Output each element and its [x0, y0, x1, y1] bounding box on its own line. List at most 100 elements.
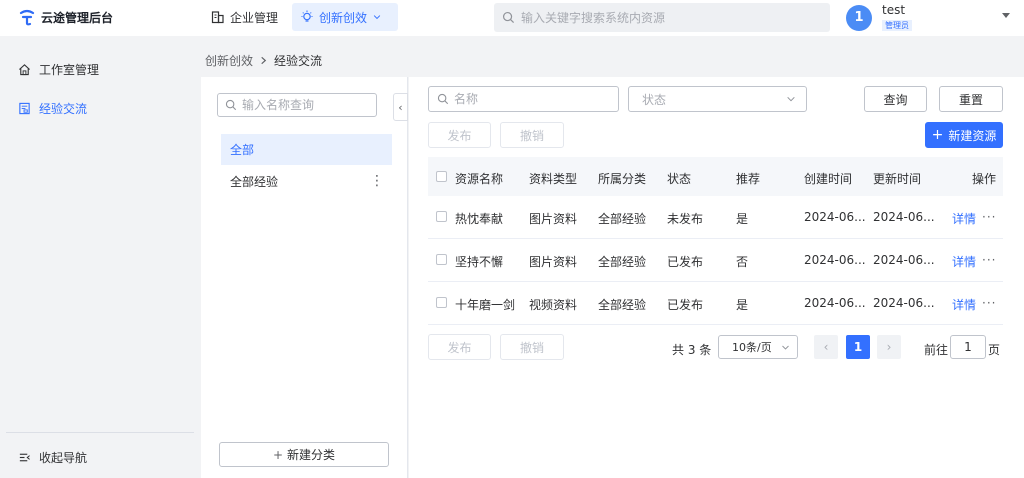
prev-page-button[interactable]: ‹ [814, 335, 838, 359]
chevron-down-icon [787, 96, 795, 102]
category-item-label: 全部 [230, 143, 255, 157]
table-row: 热忱奉献 图片资料 全部经验 未发布 是 2024-06... 2024-06.… [428, 196, 1003, 239]
cell-name: 十年磨一剑 [455, 298, 516, 312]
column-header-created: 创建时间 [804, 172, 853, 186]
column-header-updated: 更新时间 [873, 172, 922, 186]
global-search-input[interactable] [521, 10, 821, 25]
cell-updated: 2024-06... [873, 210, 935, 224]
sidebar-item-studio[interactable]: 工作室管理 [18, 61, 99, 78]
cell-recommend: 是 [736, 212, 749, 226]
column-header-actions: 操作 [972, 172, 997, 186]
search-icon [437, 93, 449, 105]
main-panel: 状态 查询 重置 发布 撤销 + 新建资源 资源名称 资料类型 所属分类 状态 … [409, 77, 1024, 478]
publish-button-label: 发布 [447, 128, 472, 143]
collapse-panel-button[interactable]: ‹ [393, 93, 408, 121]
status-select-placeholder: 状态 [642, 92, 667, 107]
page-number-button[interactable]: 1 [846, 335, 870, 359]
cell-name: 热忱奉献 [455, 212, 504, 226]
more-horizontal-icon[interactable]: ··· [982, 210, 996, 224]
document-icon [19, 102, 30, 115]
home-icon [19, 64, 30, 76]
cell-recommend: 否 [736, 255, 749, 269]
global-search[interactable] [494, 3, 830, 32]
cell-name: 坚持不懈 [455, 255, 504, 269]
new-resource-label: 新建资源 [948, 128, 997, 143]
detail-link[interactable]: 详情 [952, 296, 976, 313]
app-title: 云途管理后台 [41, 10, 114, 25]
chevron-down-icon [373, 15, 381, 20]
more-horizontal-icon[interactable]: ··· [982, 296, 996, 310]
detail-link[interactable]: 详情 [952, 210, 976, 227]
cell-created: 2024-06... [804, 296, 866, 310]
search-icon [225, 99, 237, 111]
topnav-item-innovation[interactable]: 创新创效 [292, 3, 399, 31]
brand[interactable]: 云途管理后台 [18, 8, 113, 26]
reset-button[interactable]: 重置 [939, 86, 1003, 112]
breadcrumb-parent[interactable]: 创新创效 [205, 52, 253, 69]
collapse-menu-icon [19, 453, 30, 462]
cell-updated: 2024-06... [873, 253, 935, 267]
user-name: test [882, 3, 906, 17]
publish-button[interactable]: 发布 [428, 122, 491, 148]
status-select[interactable]: 状态 [628, 86, 807, 112]
footer-revoke-button[interactable]: 撤销 [500, 334, 564, 360]
plus-icon: + [272, 447, 284, 462]
sidebar-divider [6, 432, 194, 433]
name-filter[interactable] [428, 86, 619, 112]
row-checkbox[interactable] [436, 211, 447, 222]
more-horizontal-icon[interactable]: ··· [982, 253, 996, 267]
row-checkbox[interactable] [436, 254, 447, 265]
avatar[interactable]: 1 [846, 4, 872, 31]
footer-publish-button[interactable]: 发布 [428, 334, 491, 360]
cell-created: 2024-06... [804, 210, 866, 224]
sidebar-item-label: 工作室管理 [39, 63, 100, 77]
column-header-recommend: 推荐 [736, 172, 761, 186]
sidebar-item-experience[interactable]: 经验交流 [18, 100, 87, 117]
user-menu[interactable]: 1 test 管理员 [846, 4, 912, 31]
query-button-label: 查询 [883, 92, 908, 107]
page-size-select[interactable]: 10条/页 [718, 335, 798, 359]
topnav-label-enterprise: 企业管理 [230, 10, 279, 25]
topnav-item-enterprise[interactable]: 企业管理 [203, 3, 286, 31]
chevron-right-icon: › [886, 340, 892, 354]
chevron-left-icon: ‹ [823, 340, 829, 354]
collapse-nav-button[interactable]: 收起导航 [18, 449, 87, 466]
cell-type: 视频资料 [529, 298, 578, 312]
reset-button-label: 重置 [958, 92, 983, 107]
breadcrumb: 创新创效 经验交流 [205, 52, 322, 69]
sidebar: 工作室管理 经验交流 收起导航 [0, 40, 200, 478]
more-vertical-icon[interactable]: ⋮ [370, 174, 384, 188]
cell-recommend: 是 [736, 298, 749, 312]
top-bar: 云途管理后台 企业管理 创新创效 输入关键字搜索系统内资源 1 test 管理员 [0, 0, 1024, 36]
cell-type: 图片资料 [529, 255, 578, 269]
next-page-button[interactable]: › [877, 335, 901, 359]
category-search[interactable] [217, 93, 377, 117]
goto-suffix: 页 [988, 343, 1001, 357]
detail-link[interactable]: 详情 [952, 253, 976, 270]
category-item-all-experience[interactable]: 全部经验 ⋮ [221, 166, 392, 197]
category-search-input[interactable] [242, 98, 368, 112]
select-all-checkbox[interactable] [436, 171, 447, 182]
cell-category: 全部经验 [598, 298, 647, 312]
column-header-category: 所属分类 [598, 172, 647, 186]
chevron-right-icon [261, 56, 267, 65]
query-button[interactable]: 查询 [864, 86, 927, 112]
lightbulb-icon [301, 10, 313, 22]
cell-created: 2024-06... [804, 253, 866, 267]
table-header: 资源名称 资料类型 所属分类 状态 推荐 创建时间 更新时间 操作 [428, 157, 1003, 196]
column-header-type: 资料类型 [529, 172, 578, 186]
goto-page-input[interactable] [950, 335, 986, 359]
new-category-button[interactable]: + 新建分类 [219, 442, 389, 467]
caret-down-icon[interactable] [1002, 13, 1010, 18]
category-item-all[interactable]: 全部 [221, 134, 392, 165]
revoke-button-label: 撤销 [519, 340, 544, 355]
name-filter-input[interactable] [454, 92, 614, 106]
revoke-button[interactable]: 撤销 [500, 122, 564, 148]
column-header-name: 资源名称 [455, 172, 504, 186]
new-resource-button[interactable]: + 新建资源 [925, 122, 1003, 148]
row-checkbox[interactable] [436, 297, 447, 308]
cell-type: 图片资料 [529, 212, 578, 226]
logo-icon [19, 9, 35, 26]
goto-prefix: 前往 [924, 343, 949, 357]
revoke-button-label: 撤销 [519, 128, 544, 143]
